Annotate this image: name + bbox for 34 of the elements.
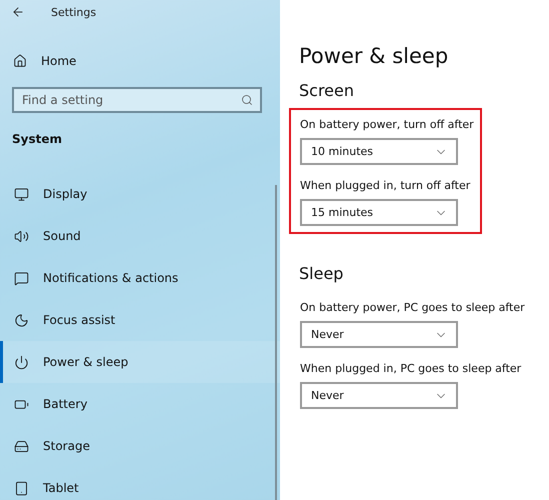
- drive-icon: [14, 438, 29, 454]
- tablet-icon: [14, 480, 29, 496]
- home-icon: [13, 54, 27, 68]
- dropdown[interactable]: 10 minutes: [300, 138, 458, 165]
- back-button[interactable]: [11, 5, 25, 19]
- search-icon: [241, 94, 253, 106]
- nav-item[interactable]: Storage: [0, 425, 280, 467]
- setting-label: When plugged in, turn off after: [300, 179, 472, 192]
- power-icon: [14, 354, 29, 370]
- monitor-icon: [14, 186, 29, 202]
- setting-label: When plugged in, PC goes to sleep after: [300, 362, 522, 375]
- group-heading: System: [11, 132, 63, 146]
- nav-item[interactable]: Notifications & actions: [0, 257, 280, 299]
- search-field[interactable]: Find a setting: [12, 87, 262, 113]
- moon-icon: [14, 312, 29, 328]
- nav-item[interactable]: Display: [0, 173, 280, 215]
- setting-label: On battery power, PC goes to sleep after: [300, 301, 525, 314]
- scrollbar[interactable]: [275, 185, 277, 500]
- dropdown[interactable]: Never: [300, 321, 458, 348]
- nav-item[interactable]: Focus assist: [0, 299, 280, 341]
- section-heading: Screen: [299, 81, 356, 100]
- setting-label: On battery power, turn off after: [300, 118, 474, 131]
- page-title: Power & sleep: [299, 44, 450, 68]
- window-title: Settings: [51, 6, 96, 18]
- dropdown[interactable]: 15 minutes: [300, 199, 458, 226]
- dropdown[interactable]: Never: [300, 382, 458, 409]
- section-heading: Sleep: [299, 264, 344, 283]
- nav-item[interactable]: Battery: [0, 383, 280, 425]
- home-link[interactable]: Home: [0, 49, 90, 73]
- nav-item[interactable]: Sound: [0, 215, 280, 257]
- nav-item[interactable]: Power & sleep: [0, 341, 280, 383]
- nav-item[interactable]: Tablet: [0, 467, 280, 500]
- speech-bubble-icon: [14, 270, 29, 286]
- speaker-icon: [14, 228, 29, 244]
